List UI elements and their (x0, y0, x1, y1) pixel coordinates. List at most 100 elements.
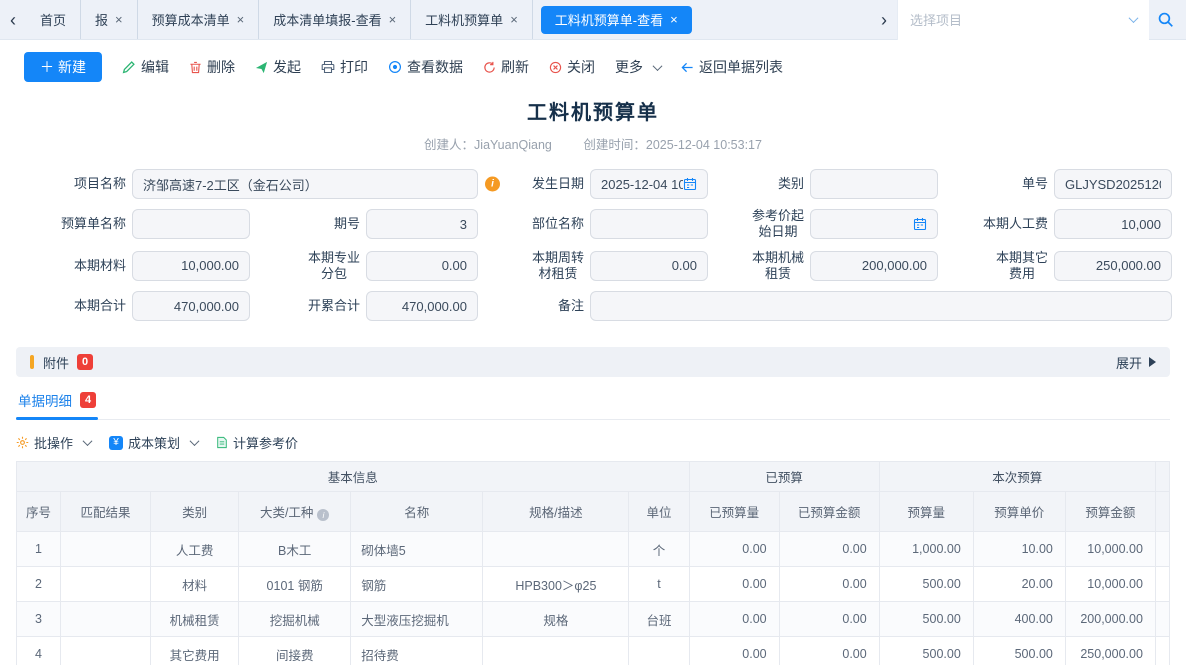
launch-button[interactable]: 发起 (255, 57, 301, 77)
part-name-input[interactable] (590, 209, 708, 239)
detail-table-wrap: 基本信息已预算本次预算序号匹配结果类别大类/工种i名称规格/描述单位已预算量已预… (16, 461, 1170, 665)
tab-close-icon[interactable]: × (237, 12, 245, 27)
labor-cost-value: 10,000 (1121, 217, 1161, 232)
project-name-input[interactable]: 济邹高速7-2工区（金石公司） (132, 169, 478, 199)
table-cell: 0.00 (779, 637, 879, 665)
tabs-scroll-left-icon[interactable]: ‹ (0, 0, 26, 40)
other-cost-input[interactable]: 250,000.00 (1054, 251, 1172, 281)
occur-date-input[interactable]: 2025-12-04 10: (590, 169, 708, 199)
detail-table: 基本信息已预算本次预算序号匹配结果类别大类/工种i名称规格/描述单位已预算量已预… (16, 461, 1170, 665)
table-cell (61, 532, 151, 567)
table-cell: 10,000.00 (1065, 532, 1155, 567)
tab-item[interactable]: 工料机预算单× (411, 0, 533, 39)
tab-item[interactable]: 成本清单填报-查看× (259, 0, 411, 39)
accum-total-label: 开累合计 (256, 298, 360, 314)
tab-item[interactable]: 预算成本清单× (138, 0, 260, 39)
doc-no-input[interactable]: GLJYSD202512040 (1054, 169, 1172, 199)
table-cell: HPB300＞φ25 (483, 567, 629, 602)
launch-label: 发起 (273, 57, 301, 77)
tab-close-icon[interactable]: × (510, 12, 518, 27)
calendar-icon[interactable] (913, 217, 927, 231)
calc-reference-price-button[interactable]: 计算参考价 (216, 433, 298, 452)
accum-total-value: 470,000.00 (402, 299, 467, 314)
search-icon[interactable] (1157, 11, 1174, 28)
triangle-right-icon (1149, 357, 1156, 367)
more-button[interactable]: 更多 (615, 57, 661, 77)
close-button[interactable]: 关闭 (549, 57, 595, 77)
tab-close-icon[interactable]: × (115, 12, 123, 27)
calendar-icon[interactable] (683, 177, 697, 191)
material-input[interactable]: 10,000.00 (132, 251, 250, 281)
table-cell: 0.00 (689, 567, 779, 602)
table-group-header: 本次预算 (879, 462, 1155, 492)
tab-close-icon[interactable]: × (389, 12, 397, 27)
table-cell (61, 602, 151, 637)
turnover-rent-label: 本期周转 材租赁 (484, 250, 584, 283)
machine-rent-label: 本期机械 租赁 (714, 250, 804, 283)
ref-price-date-input[interactable] (810, 209, 938, 239)
table-cell: 200,000.00 (1065, 602, 1155, 637)
tab-detail-lines[interactable]: 单据明细 4 (16, 390, 98, 419)
table-row[interactable]: 4其它费用间接费招待费0.000.00500.00500.00250,000.0… (17, 637, 1170, 665)
column-header: 已预算金额 (779, 492, 879, 532)
machine-rent-input[interactable]: 200,000.00 (810, 251, 938, 281)
info-icon[interactable]: i (485, 177, 500, 192)
table-cell: 0.00 (779, 532, 879, 567)
period-no-label: 期号 (256, 216, 360, 232)
toolbar: ＋ 新建 编辑 删除 发起 打印 查看数据 刷新 关闭 更多 返回单据列表 (0, 50, 1186, 84)
table-cell: 1 (17, 532, 61, 567)
back-to-list-button[interactable]: 返回单据列表 (681, 57, 783, 77)
view-data-button[interactable]: 查看数据 (388, 57, 463, 77)
period-no-input[interactable]: 3 (366, 209, 478, 239)
tabs-scroll-right-icon[interactable]: › (871, 0, 897, 40)
refresh-button[interactable]: 刷新 (483, 57, 529, 77)
table-cell: 砌体墙5 (351, 532, 483, 567)
other-cost-value: 250,000.00 (1096, 258, 1161, 273)
turnover-rent-input[interactable]: 0.00 (590, 251, 708, 281)
table-cell (61, 567, 151, 602)
labor-cost-label: 本期人工费 (944, 216, 1048, 232)
detail-tab-strip: 单据明细 4 (16, 390, 1170, 420)
tab-item[interactable]: 报× (81, 0, 138, 39)
edit-button[interactable]: 编辑 (122, 57, 169, 77)
printer-icon (321, 60, 335, 74)
table-row[interactable]: 2材料0101 钢筋钢筋HPB300＞φ25t0.000.00500.0020.… (17, 567, 1170, 602)
category-input[interactable] (810, 169, 938, 199)
refresh-label: 刷新 (501, 57, 529, 77)
subcontract-input[interactable]: 0.00 (366, 251, 478, 281)
table-cell: 其它费用 (151, 637, 239, 665)
accum-total-input[interactable]: 470,000.00 (366, 291, 478, 321)
tab-label: 首页 (40, 10, 66, 29)
table-cell: 台班 (629, 602, 689, 637)
tab-close-icon[interactable]: × (670, 12, 678, 27)
expand-button[interactable]: 展开 (1116, 353, 1156, 372)
table-cell: 10.00 (973, 532, 1065, 567)
table-row[interactable]: 3机械租赁挖掘机械大型液压挖掘机规格台班0.000.00500.00400.00… (17, 602, 1170, 637)
document-header: 工料机预算单 创建人：JiaYuanQiang 创建时间：2025-12-04 … (0, 96, 1186, 153)
cost-planning-button[interactable]: ¥ 成本策划 (109, 433, 198, 452)
labor-cost-input[interactable]: 10,000 (1054, 209, 1172, 239)
cut-column (1155, 602, 1169, 637)
table-row[interactable]: 1人工费B木工砌体墙5个0.000.001,000.0010.0010,000.… (17, 532, 1170, 567)
column-header: 名称 (351, 492, 483, 532)
budget-name-input[interactable] (132, 209, 250, 239)
remark-label: 备注 (484, 298, 584, 314)
remark-input[interactable] (590, 291, 1172, 321)
tab-item[interactable]: 首页 (26, 0, 81, 39)
attachment-bar[interactable]: 附件 0 展开 (16, 347, 1170, 377)
info-icon[interactable]: i (317, 509, 329, 521)
table-cell: 500.00 (879, 637, 973, 665)
close-circle-icon (549, 61, 562, 74)
tab-active[interactable]: 工料机预算单-查看× (541, 6, 692, 34)
period-no-value: 3 (460, 217, 467, 232)
more-label: 更多 (615, 57, 643, 77)
detail-tab-label: 单据明细 (18, 390, 72, 410)
batch-operation-button[interactable]: 批操作 (16, 433, 91, 452)
category-label: 类别 (714, 176, 804, 192)
current-total-input[interactable]: 470,000.00 (132, 291, 250, 321)
delete-button[interactable]: 删除 (189, 57, 235, 77)
project-select[interactable]: 选择项目 (897, 0, 1149, 40)
page-title: 工料机预算单 (0, 96, 1186, 125)
new-button[interactable]: ＋ 新建 (24, 52, 102, 82)
print-button[interactable]: 打印 (321, 57, 368, 77)
